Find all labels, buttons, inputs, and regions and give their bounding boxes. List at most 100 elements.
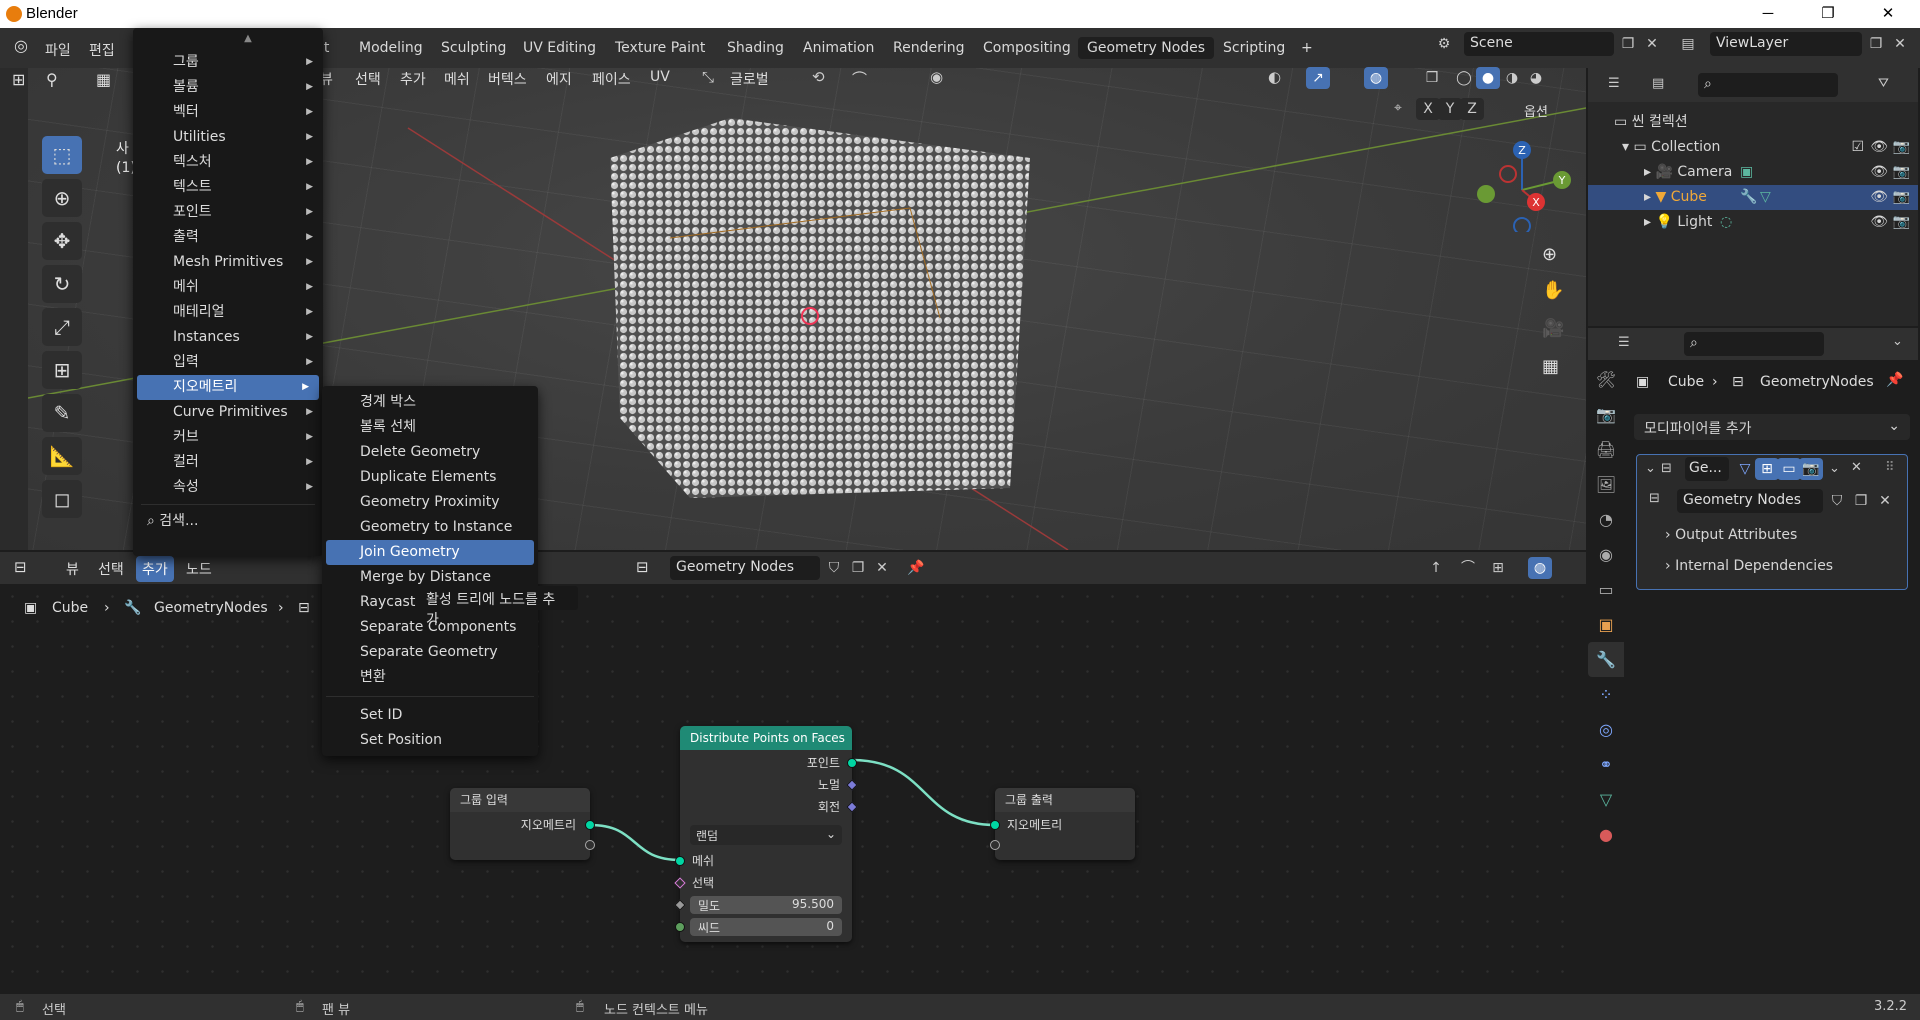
viewport-menu-select[interactable]: 선택 xyxy=(355,69,381,89)
node-snap-icon[interactable]: ⌒ xyxy=(1456,557,1480,579)
add-workspace-button[interactable]: + xyxy=(1292,37,1322,59)
minimize-button[interactable]: ─ xyxy=(1740,0,1796,28)
xray-icon[interactable]: ❒ xyxy=(1420,67,1444,89)
properties-options-icon[interactable]: ⌄ xyxy=(1892,334,1903,349)
tab-scripting[interactable]: Scripting xyxy=(1214,37,1294,59)
cursor-tool[interactable]: ⊕ xyxy=(42,179,82,217)
distribute-points-node[interactable]: Distribute Points on Faces 포인트 노멀 회전 랜덤 ⌄… xyxy=(674,726,858,942)
viewport-menu-face[interactable]: 페이스 xyxy=(592,69,631,89)
menu-item-group[interactable]: 그룹 ▶ xyxy=(133,50,323,75)
camera-render-icon[interactable]: 📷 xyxy=(1893,185,1910,210)
edit-mode-toggle-icon[interactable]: ▽ xyxy=(1733,458,1757,480)
menu-item-input[interactable]: 입력 ▶ xyxy=(133,350,323,375)
solid-shading-icon[interactable]: ● xyxy=(1476,67,1500,89)
submenu-item-transform[interactable]: 변환 xyxy=(322,665,538,690)
node-menu-node[interactable]: 노드 xyxy=(186,559,212,579)
camera-render-icon[interactable]: 📷 xyxy=(1893,210,1910,235)
data-tab-icon[interactable]: ▽ xyxy=(1588,782,1624,817)
tab-texture-paint[interactable]: Texture Paint xyxy=(606,37,714,59)
tab-sculpting[interactable]: Sculpting xyxy=(432,37,515,59)
material-shading-icon[interactable]: ◑ xyxy=(1500,67,1524,89)
close-button[interactable]: ✕ xyxy=(1860,0,1916,28)
menu-item-texture[interactable]: 텍스처 ▶ xyxy=(133,150,323,175)
options-dropdown[interactable]: 옵션 xyxy=(1524,101,1548,120)
rendered-shading-icon[interactable]: ◕ xyxy=(1524,67,1548,89)
tab-shading[interactable]: Shading xyxy=(718,37,793,59)
outliner-item-cube[interactable]: ▸ ▼ Cube 🔧 ▽ 👁 📷 xyxy=(1588,185,1918,210)
eye-icon[interactable]: 👁 xyxy=(1870,135,1888,160)
axis-x-toggle[interactable]: X xyxy=(1416,98,1440,120)
remove-viewlayer-icon[interactable]: ✕ xyxy=(1888,33,1912,55)
pivot-icon[interactable]: ⟲ xyxy=(812,68,825,86)
modifier-tab-icon[interactable]: 🔧 xyxy=(1588,642,1624,677)
select-box-tool[interactable]: ⬚ xyxy=(42,136,82,174)
camera-render-icon[interactable]: 📷 xyxy=(1893,135,1910,160)
tab-animation[interactable]: Animation xyxy=(794,37,883,59)
outliner-item-light[interactable]: ▸ 💡 Light ◌ 👁 📷 xyxy=(1588,210,1918,235)
parent-node-icon[interactable]: ↑ xyxy=(1424,557,1448,579)
scroll-up-arrow-icon[interactable]: ▲ xyxy=(133,28,323,50)
group-input-empty-socket[interactable] xyxy=(585,840,595,850)
submenu-item-duplicate-elements[interactable]: Duplicate Elements xyxy=(322,465,538,490)
menu-item-mesh-primitives[interactable]: Mesh Primitives ▶ xyxy=(133,250,323,275)
render-toggle-icon[interactable]: 📷 xyxy=(1799,458,1823,480)
menu-edit[interactable]: 편집 xyxy=(80,37,124,59)
node-group-type-icon[interactable]: ⊟ xyxy=(1649,491,1660,506)
viewport-menu-mesh[interactable]: 메쉬 xyxy=(444,69,470,89)
menu-item-text[interactable]: 텍스트 ▶ xyxy=(133,175,323,200)
annotate-tool[interactable]: ✎ xyxy=(42,394,82,432)
submenu-item-separate-geometry[interactable]: Separate Geometry xyxy=(322,640,538,665)
duplicate-tree-icon[interactable]: ❐ xyxy=(846,557,870,579)
node-overlay-icon[interactable]: ◍ xyxy=(1528,557,1552,579)
tab-geometry-nodes[interactable]: Geometry Nodes xyxy=(1078,37,1215,59)
group-output-geometry-socket[interactable] xyxy=(990,820,1000,830)
particles-tab-icon[interactable]: ⁘ xyxy=(1588,677,1624,712)
node-snap-target-icon[interactable]: ⊞ xyxy=(1486,557,1510,579)
scene-icon[interactable]: ⚙ xyxy=(1432,33,1456,55)
camera-render-icon[interactable]: 📷 xyxy=(1893,160,1910,185)
view-layer-tab-icon[interactable]: 🖼 xyxy=(1588,467,1624,502)
eye-icon[interactable]: 👁 xyxy=(1870,160,1888,185)
viewport-menu-edge[interactable]: 에지 xyxy=(546,69,572,89)
internal-dependencies-section[interactable]: › Internal Dependencies xyxy=(1665,558,1833,574)
physics-tab-icon[interactable]: ◎ xyxy=(1588,712,1624,747)
render-tab-icon[interactable]: 📷 xyxy=(1588,397,1624,432)
edit-mode-icon[interactable]: ▦ xyxy=(96,70,111,89)
instanced-cube[interactable] xyxy=(610,118,1030,498)
pin-icon[interactable]: 📌 xyxy=(904,557,928,579)
group-output-node[interactable]: 그룹 출력 지오메트리 xyxy=(990,788,1135,860)
tab-rendering[interactable]: Rendering xyxy=(884,37,974,59)
submenu-item-set-position[interactable]: Set Position xyxy=(322,728,538,753)
modifier-dropdown-icon[interactable]: ⌄ xyxy=(1829,461,1840,476)
tab-uv-editing[interactable]: UV Editing xyxy=(514,37,605,59)
transform-orientation-dropdown[interactable]: 글로벌 xyxy=(730,69,769,89)
submenu-item-set-id[interactable]: Set ID xyxy=(322,703,538,728)
outliner-collection[interactable]: ▾ ▭ Collection ☑ 👁 📷 xyxy=(1588,135,1918,160)
modifier-name-field[interactable]: Ge... xyxy=(1685,457,1729,481)
group-output-empty-socket[interactable] xyxy=(990,840,1000,850)
node-menu-view[interactable]: 뷰 xyxy=(66,559,79,579)
outliner-scene-collection[interactable]: ▭ 씬 컬렉션 xyxy=(1588,110,1918,135)
mode-icon[interactable]: ⚲ xyxy=(46,70,58,89)
world-tab-icon[interactable]: ◉ xyxy=(1588,537,1624,572)
checkbox-icon[interactable]: ☑ xyxy=(1851,135,1864,160)
submenu-item-geometry-proximity[interactable]: Geometry Proximity xyxy=(322,490,538,515)
move-tool[interactable]: ✥ xyxy=(42,222,82,260)
eye-icon[interactable]: 👁 xyxy=(1870,210,1888,235)
node-tree-type-icon[interactable]: ⊟ xyxy=(636,558,649,576)
group-input-geometry-socket[interactable] xyxy=(585,820,595,830)
overlay-toggle-icon[interactable]: ◍ xyxy=(1364,67,1388,89)
submenu-item-bounding-box[interactable]: 경계 박스 xyxy=(322,390,538,415)
node-menu-add[interactable]: 추가 xyxy=(136,556,174,582)
cage-toggle-icon[interactable]: ⊞ xyxy=(1755,458,1779,480)
menu-item-output[interactable]: 출력 ▶ xyxy=(133,225,323,250)
viewlayer-field[interactable]: ViewLayer xyxy=(1710,32,1862,56)
pan-hand-icon[interactable]: ✋ xyxy=(1542,280,1564,301)
menu-item-point[interactable]: 포인트 ▶ xyxy=(133,200,323,225)
properties-type-icon[interactable]: ☰ xyxy=(1618,335,1630,350)
outliner-search-input[interactable]: ⌕ xyxy=(1698,73,1838,97)
distribute-mode-dropdown[interactable]: 랜덤 ⌄ xyxy=(690,825,842,845)
eye-icon[interactable]: 👁 xyxy=(1870,185,1888,210)
seed-field[interactable]: 씨드 0 xyxy=(690,918,842,936)
menu-item-mesh[interactable]: 메쉬 ▶ xyxy=(133,275,323,300)
